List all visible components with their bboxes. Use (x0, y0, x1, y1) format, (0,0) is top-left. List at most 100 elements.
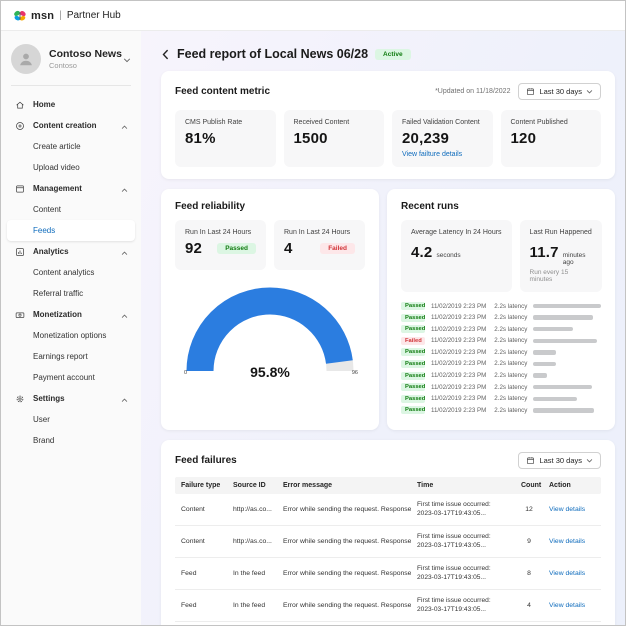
sidebar-item-label: Payment account (33, 373, 128, 382)
run-status-badge: Passed (401, 406, 425, 414)
time-cell: First time issue occurred:2023-03-17T19:… (411, 494, 515, 525)
run-latency: 2.2s latency (494, 407, 527, 414)
monetization-icon (14, 309, 25, 320)
run-latency-bar-track (533, 339, 601, 344)
view-failure-details-link[interactable]: View failture details (402, 151, 483, 158)
feed-reliability-title: Feed reliability (175, 201, 245, 212)
time-cell: First time issue occurred:2023-03-17T19:… (411, 622, 515, 625)
gauge-value-label: 95.8% (185, 364, 355, 380)
run-timestamp: 11/02/2019 2:23 PM (431, 303, 486, 310)
run-latency: 2.2s latency (494, 395, 527, 402)
source-id-cell: In the feed (227, 563, 277, 584)
count-cell: 9 (515, 531, 543, 552)
sidebar-divider (11, 85, 131, 86)
sidebar-item-monetization-options[interactable]: Monetization options (7, 325, 135, 346)
run-latency-bar (533, 385, 591, 390)
feed-failures-card: Feed failures Last 30 days Failure typeS… (161, 440, 615, 625)
table-row: FeedIn the feedError while sending the r… (175, 558, 601, 590)
run-latency-bar (533, 304, 601, 309)
run-latency: 2.2s latency (494, 372, 527, 379)
count-cell: 12 (515, 499, 543, 520)
sidebar-item-content[interactable]: Content (7, 199, 135, 220)
sidebar-item-label: Management (33, 184, 121, 193)
run-status-badge: Passed (401, 348, 425, 356)
failure-type-cell: Content (175, 499, 227, 520)
sidebar-item-analytics[interactable]: Analytics (7, 241, 135, 262)
view-details-link[interactable]: View details (543, 595, 601, 616)
run-timestamp: 11/02/2019 2:23 PM (431, 372, 486, 379)
run-latency-bar-track (533, 385, 601, 390)
settings-icon (14, 393, 25, 404)
run-latency-bar (533, 339, 597, 344)
date-range-dropdown[interactable]: Last 30 days (518, 83, 601, 100)
run-timestamp: 11/02/2019 2:23 PM (431, 349, 486, 356)
sidebar-item-feeds[interactable]: Feeds (7, 220, 135, 241)
run-timestamp: 11/02/2019 2:23 PM (431, 395, 486, 402)
sidebar-item-home[interactable]: Home (7, 94, 135, 115)
sidebar-item-label: Content creation (33, 121, 121, 130)
sidebar-item-brand[interactable]: Brand (7, 430, 135, 451)
sidebar-item-label: Monetization options (33, 331, 128, 340)
calendar-icon (526, 87, 535, 96)
feed-content-metric-title: Feed content metric (175, 86, 270, 97)
recent-runs-tile-unit: seconds (436, 252, 460, 259)
sidebar-item-referral-traffic[interactable]: Referral traffic (7, 283, 135, 304)
back-button[interactable] (161, 49, 170, 60)
table-row: Contenthttp://as.co...Error while sendin… (175, 494, 601, 526)
sidebar-item-label: Earnings report (33, 352, 128, 361)
table-row: FeedIn the feedError while sending the r… (175, 590, 601, 622)
sidebar-item-earnings-report[interactable]: Earnings report (7, 346, 135, 367)
column-header: Error message (277, 477, 411, 494)
view-details-link[interactable]: View details (543, 499, 601, 520)
sidebar-item-management[interactable]: Management (7, 178, 135, 199)
account-switcher[interactable]: Contoso News Contoso (1, 31, 141, 85)
sidebar-item-label: Monetization (33, 310, 121, 319)
run-status-badge: Passed (401, 360, 425, 368)
sidebar-item-upload-video[interactable]: Upload video (7, 157, 135, 178)
metric-tile-value: 20,239 (402, 130, 483, 147)
sidebar-item-label: Create article (33, 142, 128, 151)
sidebar-item-settings[interactable]: Settings (7, 388, 135, 409)
run-status-badge: Passed (217, 243, 256, 254)
run-status-badge: Passed (401, 372, 425, 380)
run-latency-bar-track (533, 373, 601, 378)
failures-date-range-dropdown[interactable]: Last 30 days (518, 452, 601, 469)
run-list-item: Passed11/02/2019 2:23 PM2.2s latency (401, 406, 601, 414)
sidebar-item-monetization[interactable]: Monetization (7, 304, 135, 325)
page-header: Feed report of Local News 06/28 Active (161, 47, 615, 61)
run-status-badge: Failed (401, 337, 425, 345)
reliability-tile-value: 4 (284, 240, 293, 257)
run-latency-bar-track (533, 327, 601, 332)
source-id-cell: http://as.co... (227, 499, 277, 520)
run-latency-bar-track (533, 408, 601, 413)
sidebar-item-user[interactable]: User (7, 409, 135, 430)
msn-butterfly-icon (13, 10, 27, 22)
run-status-badge: Passed (401, 325, 425, 333)
failure-type-cell: Content (175, 531, 227, 552)
source-id-cell: http://as.co... (227, 531, 277, 552)
view-details-link[interactable]: View details (543, 531, 601, 552)
sidebar-item-payment-account[interactable]: Payment account (7, 367, 135, 388)
view-details-link[interactable]: View details (543, 563, 601, 584)
run-latency: 2.2s latency (494, 337, 527, 344)
run-list-item: Failed11/02/2019 2:23 PM2.2s latency (401, 337, 601, 345)
run-list-item: Passed11/02/2019 2:23 PM2.2s latency (401, 383, 601, 391)
recent-runs-card: Recent runs Average Latency In 24 Hours4… (387, 189, 615, 430)
analytics-icon (14, 246, 25, 257)
table-header-row: Failure typeSource IDError messageTimeCo… (175, 477, 601, 494)
time-cell: First time issue occurred:2023-03-17T19:… (411, 526, 515, 557)
chevron-down-icon (123, 50, 131, 68)
reliability-tile-value: 92 (185, 240, 202, 257)
sidebar-item-content-analytics[interactable]: Content analytics (7, 262, 135, 283)
sidebar-item-label: Content analytics (33, 268, 128, 277)
metric-tile: Content Published120 (501, 110, 602, 167)
run-status-badge: Passed (401, 302, 425, 310)
time-cell: First time issue occurred:2023-03-17T19:… (411, 590, 515, 621)
calendar-icon (526, 456, 535, 465)
run-latency-bar-track (533, 397, 601, 402)
home-icon (14, 99, 25, 110)
feed-content-metric-card: Feed content metric *Updated on 11/18/20… (161, 71, 615, 179)
sidebar-item-create-article[interactable]: Create article (7, 136, 135, 157)
recent-runs-tile-label: Last Run Happened (530, 229, 592, 236)
sidebar-item-content-creation[interactable]: Content creation (7, 115, 135, 136)
